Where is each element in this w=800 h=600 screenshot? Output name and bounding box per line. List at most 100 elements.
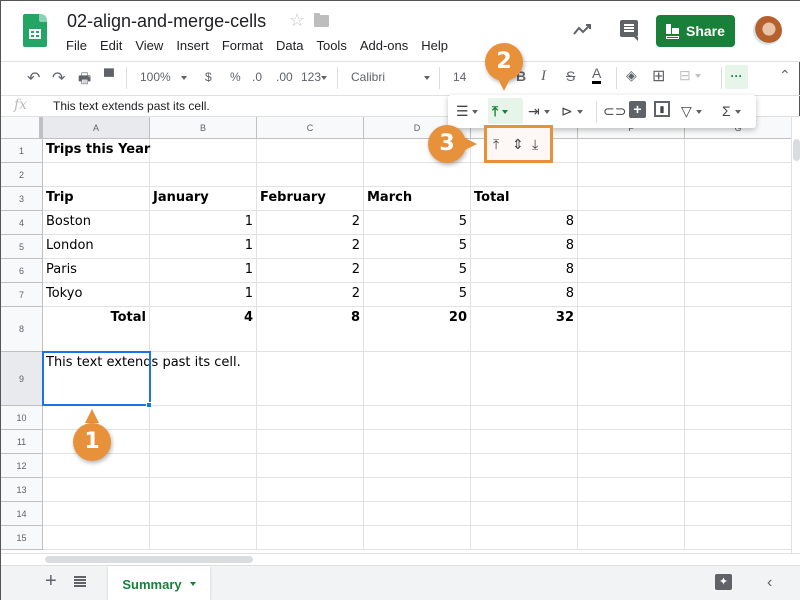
collapse-menus-icon[interactable]: ⌃ xyxy=(779,67,791,84)
font-size-input[interactable]: 14 xyxy=(453,70,466,84)
cell-a7[interactable]: Tokyo xyxy=(43,283,150,307)
vertical-scroll-thumb[interactable] xyxy=(793,139,800,161)
grid-cell[interactable] xyxy=(43,526,150,550)
borders-icon[interactable]: ⊞ xyxy=(652,66,665,86)
column-header-b[interactable]: B xyxy=(150,117,257,139)
row-header-13[interactable]: 13 xyxy=(1,478,43,502)
row-header-7[interactable]: 7 xyxy=(1,283,43,307)
grid-cell[interactable] xyxy=(257,139,364,163)
grid-cell[interactable] xyxy=(578,187,685,211)
cell-c4[interactable]: 2 xyxy=(257,211,364,235)
vertical-scrollbar[interactable] xyxy=(791,117,800,553)
grid-cell[interactable] xyxy=(578,283,685,307)
cell-e5[interactable]: 8 xyxy=(471,235,578,259)
row-header-11[interactable]: 11 xyxy=(1,430,43,454)
grid-cell[interactable] xyxy=(685,283,791,307)
grid-cell[interactable] xyxy=(685,430,791,454)
star-icon[interactable]: ☆ xyxy=(289,10,305,31)
grid-cell[interactable] xyxy=(43,163,150,187)
grid-cell[interactable] xyxy=(578,139,685,163)
grid-cell[interactable] xyxy=(257,352,364,406)
grid-cell[interactable] xyxy=(578,406,685,430)
grid-cell[interactable] xyxy=(578,163,685,187)
row-header-9[interactable]: 9 xyxy=(1,352,43,406)
document-title[interactable]: 02-align-and-merge-cells xyxy=(67,11,266,32)
align-top-icon[interactable]: ⤒ xyxy=(493,136,499,153)
row-header-1[interactable]: 1 xyxy=(1,139,43,163)
sheets-logo-icon[interactable] xyxy=(23,14,47,47)
grid-cell[interactable] xyxy=(685,406,791,430)
grid-cell[interactable] xyxy=(150,526,257,550)
grid-cell[interactable] xyxy=(685,139,791,163)
row-header-4[interactable]: 4 xyxy=(1,211,43,235)
undo-icon[interactable]: ↶ xyxy=(27,68,40,88)
add-sheet-button[interactable]: + xyxy=(45,570,57,593)
menu-data[interactable]: Data xyxy=(276,38,303,53)
grid-cell[interactable] xyxy=(257,430,364,454)
cell-b6[interactable]: 1 xyxy=(150,259,257,283)
row-header-3[interactable]: 3 xyxy=(1,187,43,211)
grid-cell[interactable] xyxy=(257,526,364,550)
functions-icon[interactable]: Σ xyxy=(722,103,741,119)
grid-cell[interactable] xyxy=(471,163,578,187)
cell-d4[interactable]: 5 xyxy=(364,211,471,235)
cell-e7[interactable]: 8 xyxy=(471,283,578,307)
cell-a8[interactable]: Total xyxy=(43,307,150,352)
grid-cell[interactable] xyxy=(685,307,791,352)
grid-cell[interactable] xyxy=(257,406,364,430)
menu-tools[interactable]: Tools xyxy=(316,38,346,53)
grid-cell[interactable] xyxy=(364,352,471,406)
grid-cell[interactable] xyxy=(578,352,685,406)
filter-icon[interactable]: ▽ xyxy=(681,103,702,120)
strikethrough-button[interactable]: S xyxy=(566,68,575,84)
grid-cell[interactable] xyxy=(578,478,685,502)
menu-format[interactable]: Format xyxy=(222,38,263,53)
cell-c6[interactable]: 2 xyxy=(257,259,364,283)
grid-cell[interactable] xyxy=(685,352,791,406)
grid-cell[interactable] xyxy=(685,478,791,502)
cell-d3[interactable]: March xyxy=(364,187,471,211)
grid-cell[interactable] xyxy=(578,526,685,550)
cell-c8[interactable]: 8 xyxy=(257,307,364,352)
grid-cell[interactable] xyxy=(471,478,578,502)
grid-cell[interactable] xyxy=(150,478,257,502)
grid-cell[interactable] xyxy=(578,235,685,259)
grid-cell[interactable] xyxy=(685,163,791,187)
menu-file[interactable]: File xyxy=(66,38,87,53)
column-header-a[interactable]: A xyxy=(43,117,150,139)
grid-cell[interactable] xyxy=(578,211,685,235)
grid-cell[interactable] xyxy=(150,163,257,187)
chevron-down-icon[interactable] xyxy=(189,582,196,586)
row-header-12[interactable]: 12 xyxy=(1,454,43,478)
folder-icon[interactable] xyxy=(314,13,329,27)
menu-insert[interactable]: Insert xyxy=(176,38,209,53)
grid-cell[interactable] xyxy=(471,502,578,526)
italic-button[interactable]: I xyxy=(541,68,546,85)
share-button[interactable]: Share xyxy=(656,15,735,47)
cell-b7[interactable]: 1 xyxy=(150,283,257,307)
horizontal-scrollbar[interactable] xyxy=(1,553,800,565)
merge-cells-icon[interactable]: ⊟ xyxy=(679,67,701,84)
grid-cell[interactable] xyxy=(364,430,471,454)
text-rotation-icon[interactable]: ⊳ xyxy=(561,103,583,120)
grid-cell[interactable] xyxy=(471,406,578,430)
grid-cell[interactable] xyxy=(364,478,471,502)
grid-cell[interactable] xyxy=(471,430,578,454)
cell-c5[interactable]: 2 xyxy=(257,235,364,259)
row-header-2[interactable]: 2 xyxy=(1,163,43,187)
grid-cell[interactable] xyxy=(685,211,791,235)
row-header-10[interactable]: 10 xyxy=(1,406,43,430)
cell-b4[interactable]: 1 xyxy=(150,211,257,235)
grid-cell[interactable] xyxy=(150,454,257,478)
insert-link-icon[interactable]: ⊂⊃ xyxy=(603,103,626,120)
increase-decimal-button[interactable]: .00 xyxy=(276,70,293,84)
fill-handle[interactable] xyxy=(146,402,152,408)
text-color-button[interactable]: A xyxy=(592,66,602,84)
cell-a1[interactable]: Trips this Year xyxy=(43,139,150,163)
paint-format-icon[interactable]: ▀ xyxy=(104,68,114,84)
select-all-corner[interactable] xyxy=(1,117,43,139)
cell-b5[interactable]: 1 xyxy=(150,235,257,259)
cell-d8[interactable]: 20 xyxy=(364,307,471,352)
grid-cell[interactable] xyxy=(364,406,471,430)
grid-cell[interactable] xyxy=(685,526,791,550)
